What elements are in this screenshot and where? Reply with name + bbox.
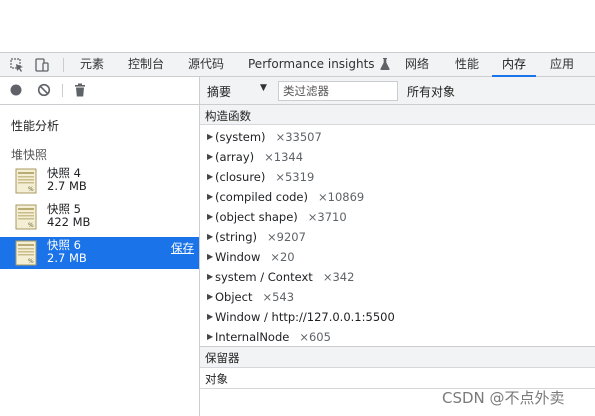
tab-separator xyxy=(63,58,64,72)
constructor-name: (compiled code) xyxy=(215,190,308,204)
expand-triangle-icon[interactable]: ▶ xyxy=(207,307,213,327)
dropdown-arrow-icon[interactable]: ▼ xyxy=(260,83,267,93)
tab-elements[interactable]: 元素 xyxy=(80,53,104,77)
view-mode-select[interactable]: 摘要 xyxy=(207,83,231,100)
table-row[interactable]: ▶ system / Context ×342 xyxy=(200,267,595,287)
heap-snapshot-view: 摘要 ▼ 所有对象 构造函数 ▶ (system) ×33507 ▶ (array… xyxy=(200,77,595,416)
snapshot-item[interactable]: % 快照 5 422 MB xyxy=(0,201,199,233)
object-column-label: 对象 xyxy=(205,372,228,386)
expand-triangle-icon[interactable]: ▶ xyxy=(207,167,213,187)
expand-triangle-icon[interactable]: ▶ xyxy=(207,227,213,247)
inspect-element-icon[interactable] xyxy=(9,57,25,73)
svg-text:%: % xyxy=(28,258,34,265)
tab-performance[interactable]: 性能 xyxy=(455,53,479,77)
table-row[interactable]: ▶ (object shape) ×3710 xyxy=(200,207,595,227)
flask-icon xyxy=(380,58,391,70)
constructor-name: (system) xyxy=(215,130,266,144)
constructor-name: system / Context xyxy=(215,270,313,284)
instance-count: ×5319 xyxy=(275,170,315,184)
snapshot-toolbar: 摘要 ▼ 所有对象 xyxy=(200,77,595,105)
constructor-name: (string) xyxy=(215,230,257,244)
retainers-section-header[interactable]: 保留器 xyxy=(200,346,595,368)
watermark: CSDN @不点外卖 xyxy=(442,389,565,407)
instance-count: ×20 xyxy=(270,250,295,264)
snapshot-icon: % xyxy=(15,204,37,230)
expand-triangle-icon[interactable]: ▶ xyxy=(207,287,213,307)
instance-count: ×605 xyxy=(299,330,331,344)
table-row[interactable]: ▶ Window ×20 xyxy=(200,247,595,267)
table-row[interactable]: ▶ Object ×543 xyxy=(200,287,595,307)
retainers-label: 保留器 xyxy=(205,351,240,365)
constructor-list: ▶ (system) ×33507 ▶ (array) ×1344 ▶ (closu… xyxy=(200,127,595,345)
clear-icon[interactable] xyxy=(37,83,51,97)
tab-performance-insights-label: Performance insights xyxy=(248,57,375,71)
snapshot-item-selected[interactable]: % 快照 6 2.7 MB 保存 xyxy=(0,237,199,269)
constructor-column-label: 构造函数 xyxy=(205,109,251,123)
save-snapshot-link[interactable]: 保存 xyxy=(171,240,194,256)
table-row[interactable]: ▶ (compiled code) ×10869 xyxy=(200,187,595,207)
tab-console[interactable]: 控制台 xyxy=(128,53,164,77)
profiles-sidebar: 性能分析 堆快照 % 快照 4 2.7 MB % 快照 5 422 MB % 快… xyxy=(0,77,200,416)
toolbar-separator xyxy=(62,84,63,97)
sidebar-toolbar xyxy=(0,77,199,105)
constructor-column-header[interactable]: 构造函数 xyxy=(200,105,595,125)
expand-triangle-icon[interactable]: ▶ xyxy=(207,327,213,345)
expand-triangle-icon[interactable]: ▶ xyxy=(207,207,213,227)
expand-triangle-icon[interactable]: ▶ xyxy=(207,187,213,207)
devtools-tab-bar: 元素 控制台 源代码 Performance insights 网络 性能 内存… xyxy=(0,52,595,77)
snapshot-item[interactable]: % 快照 4 2.7 MB xyxy=(0,165,199,197)
constructor-name: Object xyxy=(215,290,253,304)
svg-text:%: % xyxy=(28,186,34,193)
tab-performance-insights[interactable]: Performance insights xyxy=(248,53,391,77)
expand-triangle-icon[interactable]: ▶ xyxy=(207,127,213,147)
expand-triangle-icon[interactable]: ▶ xyxy=(207,267,213,287)
objects-filter-select[interactable]: 所有对象 xyxy=(407,83,455,100)
performance-profile-heading: 性能分析 xyxy=(11,119,60,133)
snapshot-size: 422 MB xyxy=(47,215,91,229)
table-row[interactable]: ▶ (string) ×9207 xyxy=(200,227,595,247)
tab-memory[interactable]: 内存 xyxy=(492,53,537,77)
snapshot-icon: % xyxy=(15,168,37,194)
instance-count: ×543 xyxy=(262,290,295,304)
tab-network[interactable]: 网络 xyxy=(405,53,429,77)
instance-count: ×10869 xyxy=(318,190,365,204)
trash-icon[interactable] xyxy=(73,83,87,97)
table-row[interactable]: ▶ InternalNode ×605 xyxy=(200,327,595,345)
snapshot-icon: % xyxy=(15,240,37,266)
heap-snapshots-heading: 堆快照 xyxy=(11,148,48,162)
table-row[interactable]: ▶ (system) ×33507 xyxy=(200,127,595,147)
tab-application[interactable]: 应用 xyxy=(550,53,574,77)
record-icon[interactable] xyxy=(9,83,23,97)
expand-triangle-icon[interactable]: ▶ xyxy=(207,147,213,167)
instance-count: ×33507 xyxy=(275,130,322,144)
object-column-header[interactable]: 对象 xyxy=(200,368,595,389)
instance-count: ×1344 xyxy=(264,150,304,164)
blank-page-area xyxy=(0,0,595,52)
class-filter-input[interactable] xyxy=(278,81,398,101)
snapshot-size: 2.7 MB xyxy=(47,251,87,265)
tab-sources[interactable]: 源代码 xyxy=(188,53,224,77)
device-toolbar-icon[interactable] xyxy=(34,57,50,73)
constructor-name: Window / http://127.0.0.1:5500 xyxy=(215,310,395,324)
snapshot-size: 2.7 MB xyxy=(47,179,87,193)
expand-triangle-icon[interactable]: ▶ xyxy=(207,247,213,267)
constructor-name: (closure) xyxy=(215,170,266,184)
table-row[interactable]: ▶ Window / http://127.0.0.1:5500 xyxy=(200,307,595,327)
table-row[interactable]: ▶ (closure) ×5319 xyxy=(200,167,595,187)
constructor-name: (object shape) xyxy=(215,210,298,224)
svg-text:%: % xyxy=(28,222,34,229)
instance-count: ×3710 xyxy=(307,210,347,224)
instance-count: ×9207 xyxy=(267,230,306,244)
constructor-name: Window xyxy=(215,250,261,264)
table-row[interactable]: ▶ (array) ×1344 xyxy=(200,147,595,167)
constructor-name: (array) xyxy=(215,150,255,164)
constructor-name: InternalNode xyxy=(215,330,290,344)
instance-count: ×342 xyxy=(322,270,355,284)
